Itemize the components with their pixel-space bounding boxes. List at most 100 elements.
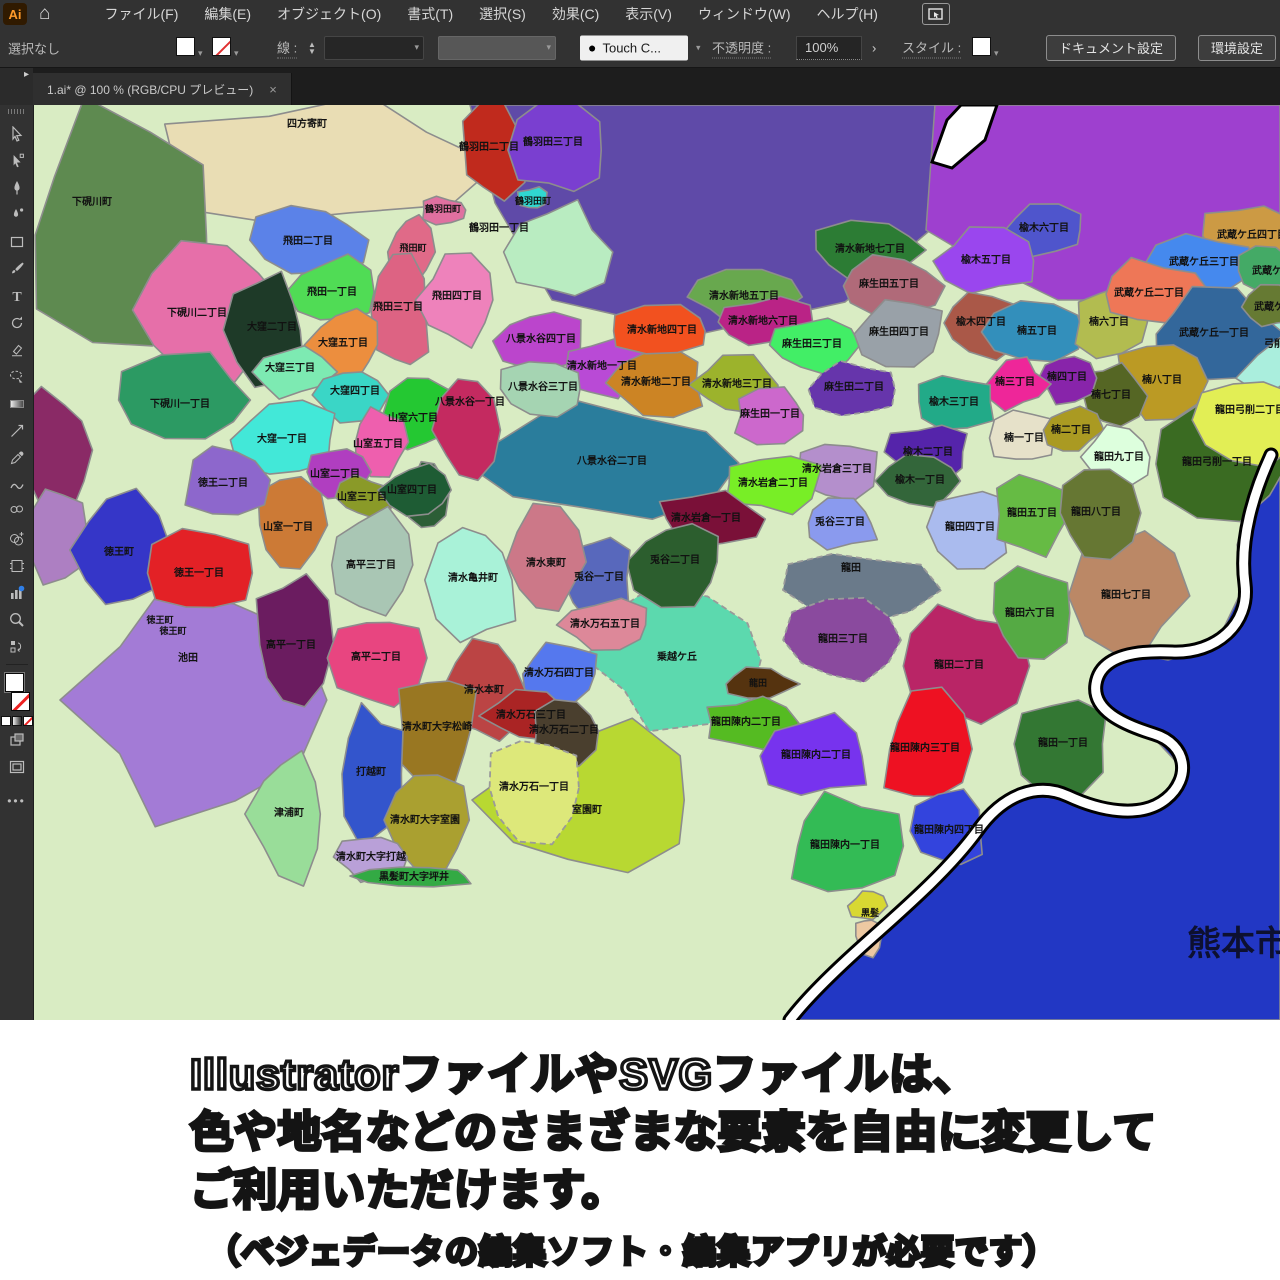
type-tool[interactable]: T [4, 282, 30, 309]
eyedropper-tool[interactable] [4, 444, 30, 471]
lasso-tool[interactable] [4, 363, 30, 390]
stroke-swatch[interactable] [212, 37, 231, 56]
arrange-documents-icon[interactable] [922, 3, 950, 25]
region-label: 清水新地三丁目 [702, 377, 772, 390]
style-swatch-control[interactable]: ▾ [972, 37, 999, 59]
region-label: 四方寄町 [287, 117, 327, 130]
caption-line-3: ご利用いただけます。 [190, 1156, 626, 1218]
fill-color-control[interactable]: ▾ [176, 37, 203, 59]
region-label: 徳王町 [145, 614, 173, 625]
menu-item-select[interactable]: 選択(S) [479, 4, 526, 24]
map-artwork[interactable]: 四方寄町下硯川町池田室園町乗越ケ丘八景水谷二丁目龍田七丁目龍田弓削一丁目弓削龍田… [33, 105, 1280, 1020]
gradient-button[interactable] [12, 716, 22, 726]
fill-swatch[interactable] [176, 37, 195, 56]
document-setup-button[interactable]: ドキュメント設定 [1046, 35, 1176, 61]
none-button[interactable] [23, 716, 33, 726]
region-label: 清水町大字室園 [390, 813, 460, 826]
region-label: 清水新地七丁目 [835, 242, 905, 255]
brush-definition-combo[interactable]: ● Touch C... [580, 35, 688, 60]
menu-item-help[interactable]: ヘルプ(H) [816, 4, 877, 24]
caption-line-4: （ベジェデータの編集ソフト・編集アプリが必要です） [207, 1225, 1057, 1273]
region-label: 楡木四丁目 [956, 315, 1006, 328]
region-label: 高平三丁目 [346, 558, 396, 571]
direct-selection-tool[interactable] [4, 147, 30, 174]
rectangle-tool[interactable] [4, 228, 30, 255]
region-label: 龍田八丁目 [1071, 505, 1121, 518]
illustrator-logo[interactable]: Ai [3, 3, 27, 25]
region-label: 清水万石五丁目 [570, 617, 640, 630]
style-label[interactable]: スタイル : [902, 37, 961, 58]
menu-item-file[interactable]: ファイル(F) [104, 4, 178, 24]
opacity-field[interactable]: 100% [796, 36, 862, 60]
draw-mode-button[interactable] [4, 726, 30, 753]
variable-width-combo[interactable]: ▾ [438, 36, 556, 60]
region-label: 熊本市 [1187, 924, 1280, 963]
region-label: 龍田五丁目 [1007, 506, 1057, 519]
menu-item-view[interactable]: 表示(V) [625, 4, 672, 24]
selection-tool[interactable] [4, 120, 30, 147]
opacity-expand-chevron[interactable]: › [872, 40, 876, 55]
stroke-color-indicator[interactable] [11, 692, 30, 711]
region-label: 武蔵ケ丘二丁目 [1114, 286, 1184, 299]
paintbrush-tool[interactable] [4, 255, 30, 282]
region-label: 清水町大字松崎 [402, 720, 472, 733]
region-label: 龍田弓削二丁目 [1215, 403, 1280, 416]
toolbar-collapse-arrow[interactable]: ▸ [0, 67, 33, 105]
fill-stroke-indicator[interactable] [4, 673, 30, 711]
region-label: 兎谷一丁目 [574, 570, 624, 583]
brush-definition-value: Touch C... [602, 40, 661, 55]
style-swatch[interactable] [972, 37, 991, 56]
menu-item-window[interactable]: ウィンドウ(W) [698, 4, 791, 24]
more-tools-button[interactable]: ••• [7, 794, 26, 808]
region-label: 楡木五丁目 [961, 253, 1011, 266]
region-label: 武蔵ケ丘四丁目 [1217, 228, 1280, 241]
home-icon[interactable]: ⌂ [39, 3, 50, 25]
preferences-button[interactable]: 環境設定 [1198, 35, 1276, 61]
zoom-tool[interactable] [4, 606, 30, 633]
region-label: 下硯川二丁目 [167, 307, 227, 319]
artboard-tool[interactable] [4, 552, 30, 579]
menu-item-object[interactable]: オブジェクト(O) [277, 4, 381, 24]
color-button[interactable] [1, 716, 11, 726]
graph-tool[interactable] [4, 579, 30, 606]
shaper-tool[interactable] [4, 471, 30, 498]
toolbar: T ••• [0, 105, 34, 1020]
region-label: 龍田弓削一丁目 [1182, 455, 1252, 468]
region-label: 室園町 [572, 803, 602, 816]
caption-line-1: IllustratorファイルやSVGファイルは、 [190, 1040, 977, 1102]
chevron-down-icon[interactable]: ▾ [994, 48, 999, 58]
stroke-weight-stepper[interactable]: ▲▼ [308, 41, 316, 55]
curvature-tool[interactable] [4, 201, 30, 228]
pen-tool[interactable] [4, 174, 30, 201]
close-icon[interactable]: × [269, 82, 277, 97]
options-bar: 選択なし ▾ ▾ 線 : ▲▼ ▾ ▾ ● Touch C... ▾ 不透明度 … [0, 28, 1280, 68]
region-label: 高平二丁目 [351, 650, 401, 663]
region-label: 楠七丁目 [1090, 388, 1131, 401]
fill-color-indicator[interactable] [5, 673, 24, 692]
menu-item-type[interactable]: 書式(T) [407, 4, 453, 24]
eraser-tool[interactable] [4, 336, 30, 363]
opacity-label[interactable]: 不透明度 : [712, 37, 771, 58]
document-tab[interactable]: 1.ai* @ 100 % (RGB/CPU プレビュー) × [33, 73, 292, 105]
chevron-down-icon[interactable]: ▾ [696, 42, 701, 53]
rotation-tool[interactable] [4, 309, 30, 336]
region-label: 徳王二丁目 [197, 476, 248, 489]
menu-item-edit[interactable]: 編集(E) [204, 4, 251, 24]
region-label: 龍田 [841, 561, 861, 574]
scale-tool[interactable] [4, 417, 30, 444]
blend-tool[interactable] [4, 498, 30, 525]
gradient-tool[interactable] [4, 390, 30, 417]
edit-toolbar[interactable] [4, 633, 30, 660]
document-canvas[interactable]: 四方寄町下硯川町池田室園町乗越ケ丘八景水谷二丁目龍田七丁目龍田弓削一丁目弓削龍田… [33, 105, 1280, 1020]
region-鶴羽田三丁目[interactable] [508, 105, 601, 191]
stroke-color-control[interactable]: ▾ [212, 37, 239, 59]
screen-mode-button[interactable] [4, 753, 30, 780]
chevron-down-icon[interactable]: ▾ [198, 48, 203, 58]
shape-builder-tool[interactable] [4, 525, 30, 552]
toolbar-drag-handle[interactable] [8, 109, 26, 114]
menu-item-effect[interactable]: 効果(C) [552, 4, 599, 24]
stroke-weight-label[interactable]: 線 : [277, 37, 297, 58]
region-label: 清水岩倉二丁目 [738, 476, 808, 489]
stroke-weight-combo[interactable]: ▾ [324, 36, 424, 60]
chevron-down-icon[interactable]: ▾ [234, 48, 239, 58]
